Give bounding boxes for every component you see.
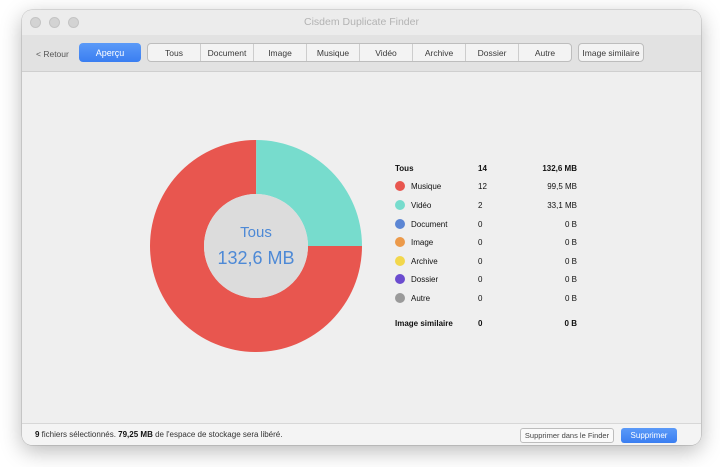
stats-row-count: 2 (478, 201, 483, 210)
stats-similar-count: 0 (478, 319, 483, 328)
donut-center-value: 132,6 MB (217, 248, 295, 268)
back-button[interactable]: < Retour (36, 49, 69, 59)
archive-dot-icon (395, 256, 405, 266)
selection-summary: 9 fichiers sélectionnés. 79,25 MB de l'e… (35, 430, 282, 439)
stats-row-document: Document 0 0 B (395, 219, 585, 231)
stats-row-name: Document (411, 220, 448, 229)
video-dot-icon (395, 200, 405, 210)
other-dot-icon (395, 293, 405, 303)
tab-musique[interactable]: Musique (306, 44, 359, 61)
tab-document[interactable]: Document (200, 44, 253, 61)
stats-row-name: Dossier (411, 275, 439, 284)
status-bar: 9 fichiers sélectionnés. 79,25 MB de l'e… (22, 423, 701, 445)
overview-button[interactable]: Aperçu (79, 43, 141, 62)
tab-tous[interactable]: Tous (148, 44, 200, 61)
donut-hole (204, 194, 308, 298)
stats-row-dossier: Dossier 0 0 B (395, 274, 585, 286)
stats-similar-name: Image similaire (395, 319, 453, 328)
stats-row-count: 12 (478, 182, 487, 191)
folder-dot-icon (395, 274, 405, 284)
stats-row-size: 0 B (564, 220, 577, 229)
stats-header-row: Tous 14 132,6 MB (395, 163, 585, 175)
stats-row-musique: Musique 12 99,5 MB (395, 181, 585, 193)
tab-dossier[interactable]: Dossier (465, 44, 518, 61)
stats-row-video: Vidéo 2 33,1 MB (395, 200, 585, 212)
tab-autre[interactable]: Autre (518, 44, 571, 61)
donut-svg (150, 140, 362, 352)
stats-row-size: 0 B (564, 275, 577, 284)
stats-row-size: 99,5 MB (547, 182, 577, 191)
freed-size: 79,25 MB (118, 430, 153, 439)
image-dot-icon (395, 237, 405, 247)
stats-header-count: 14 (478, 164, 487, 173)
delete-button[interactable]: Supprimer (621, 428, 677, 443)
stats-row-archive: Archive 0 0 B (395, 256, 585, 268)
title-bar: Cisdem Duplicate Finder (22, 10, 701, 35)
stats-row-size: 0 B (564, 294, 577, 303)
stats-row-count: 0 (478, 275, 483, 284)
selected-text: fichiers sélectionnés. (39, 430, 119, 439)
stats-similar-row: Image similaire 0 0 B (395, 318, 585, 330)
stats-row-count: 0 (478, 257, 483, 266)
stats-row-name: Autre (411, 294, 431, 303)
stats-row-size: 0 B (564, 238, 577, 247)
document-dot-icon (395, 219, 405, 229)
stats-similar-size: 0 B (564, 319, 577, 328)
stats-row-autre: Autre 0 0 B (395, 293, 585, 305)
toolbar: < Retour Aperçu Tous Document Image Musi… (22, 35, 701, 72)
stats-row-name: Image (411, 238, 434, 247)
donut-chart: Tous 132,6 MB (150, 140, 362, 352)
stats-header-size: 132,6 MB (542, 164, 577, 173)
window-title: Cisdem Duplicate Finder (304, 16, 419, 28)
freed-text: de l'espace de stockage sera libéré. (152, 430, 283, 439)
stats-row-name: Musique (411, 182, 442, 191)
similar-image-button[interactable]: Image similaire (578, 43, 644, 62)
stats-row-count: 0 (478, 294, 483, 303)
tab-video[interactable]: Vidéo (359, 44, 412, 61)
donut-center-title: Tous (240, 224, 272, 241)
stats-row-name: Vidéo (411, 201, 432, 210)
app-window: Cisdem Duplicate Finder < Retour Aperçu … (22, 10, 701, 445)
stats-row-size: 33,1 MB (547, 201, 577, 210)
stats-header-name: Tous (395, 164, 414, 173)
delete-in-finder-button[interactable]: Supprimer dans le Finder (520, 428, 614, 443)
tab-image[interactable]: Image (253, 44, 306, 61)
stats-row-name: Archive (411, 257, 438, 266)
stats-row-image: Image 0 0 B (395, 237, 585, 249)
music-dot-icon (395, 181, 405, 191)
stats-row-size: 0 B (564, 257, 577, 266)
tab-archive[interactable]: Archive (412, 44, 465, 61)
stats-row-count: 0 (478, 220, 483, 229)
category-tabs: Tous Document Image Musique Vidéo Archiv… (147, 43, 572, 62)
stats-row-count: 0 (478, 238, 483, 247)
